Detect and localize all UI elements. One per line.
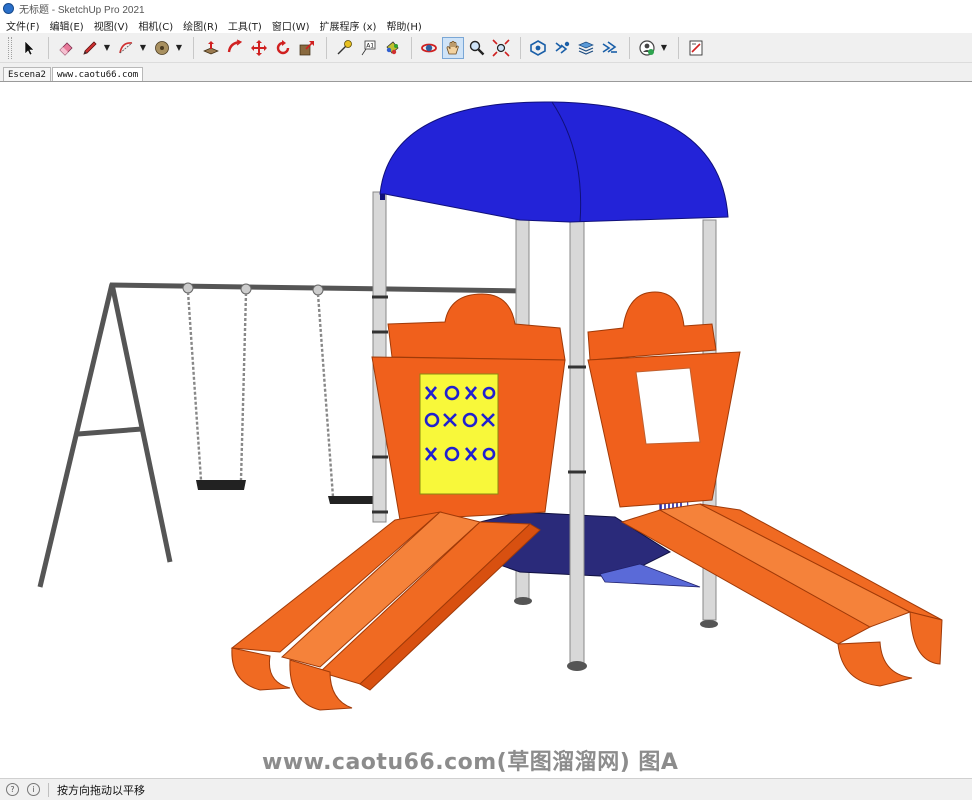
menu-file[interactable]: 文件(F) xyxy=(6,18,40,33)
menu-window[interactable]: 窗口(W) xyxy=(272,18,310,33)
line-tool-button[interactable] xyxy=(79,37,101,59)
title-bar: 无标题 - SketchUp Pro 2021 xyxy=(0,0,972,17)
pan-tool-button[interactable] xyxy=(442,36,464,59)
layout-button[interactable] xyxy=(575,37,597,59)
move-icon xyxy=(251,39,267,56)
rotate-icon xyxy=(276,39,290,54)
account-icon xyxy=(639,39,655,56)
large-toolset-toolbar: ▼ ▼ ▼ A1 ▼ xyxy=(0,33,972,63)
left-climbing-panel xyxy=(371,293,566,521)
scene-tab-escena2[interactable]: Escena2 xyxy=(3,67,51,81)
shape-circle-icon xyxy=(155,40,169,55)
select-icon xyxy=(24,39,35,55)
right-slide xyxy=(620,503,943,687)
arc-tool-button[interactable] xyxy=(115,37,137,59)
orbit-icon xyxy=(421,43,437,52)
tape-measure-tool-button[interactable] xyxy=(333,37,355,59)
menu-bar: 文件(F) 编辑(E) 视图(V) 相机(C) 绘图(R) 工具(T) 窗口(W… xyxy=(0,17,972,33)
menu-tools[interactable]: 工具(T) xyxy=(228,18,262,33)
geo-location-icon[interactable]: ? xyxy=(6,783,19,796)
report-icon xyxy=(689,40,703,55)
playground-model xyxy=(37,101,943,711)
eraser-tool-button[interactable] xyxy=(55,37,77,59)
warehouse-icon xyxy=(530,39,546,56)
info-icon[interactable]: i xyxy=(27,783,40,796)
toolbar-separator xyxy=(48,36,49,59)
follow-me-tool-button[interactable] xyxy=(224,37,246,59)
toolbar-separator xyxy=(678,36,679,59)
scale-tool-button[interactable] xyxy=(296,37,318,59)
layout-icon xyxy=(578,41,594,55)
front-post xyxy=(569,219,585,666)
shape-tool-dropdown[interactable]: ▼ xyxy=(175,37,183,59)
menu-camera[interactable]: 相机(C) xyxy=(138,18,173,33)
menu-extensions[interactable]: 扩展程序 (x) xyxy=(320,18,377,33)
line-tool-dropdown[interactable]: ▼ xyxy=(103,37,111,59)
3d-warehouse-button[interactable] xyxy=(527,37,549,59)
tape-measure-icon xyxy=(337,39,352,54)
menu-view[interactable]: 视图(V) xyxy=(94,18,129,33)
sketchup-logo-icon xyxy=(3,3,14,14)
select-tool-button[interactable] xyxy=(18,37,40,59)
scene-tabs: Escena2 www.caotu66.com xyxy=(0,63,972,81)
extension-warehouse-button[interactable] xyxy=(551,37,573,59)
toolbar-separator xyxy=(520,36,521,59)
blue-canopy xyxy=(379,101,729,223)
arc-tool-dropdown[interactable]: ▼ xyxy=(139,37,147,59)
paint-bucket-icon xyxy=(386,40,399,54)
toolbar-grip[interactable] xyxy=(8,36,12,59)
account-dropdown[interactable]: ▼ xyxy=(660,37,668,59)
sketchup-window: 无标题 - SketchUp Pro 2021 文件(F) 编辑(E) 视图(V… xyxy=(0,0,972,800)
text-icon: A1 xyxy=(361,40,376,55)
push-pull-tool-button[interactable] xyxy=(200,37,222,59)
components-button[interactable] xyxy=(599,37,621,59)
left-slide xyxy=(230,511,541,711)
rotate-tool-button[interactable] xyxy=(272,37,294,59)
menu-draw[interactable]: 绘图(R) xyxy=(183,18,218,33)
follow-me-icon xyxy=(227,38,243,52)
zoom-extents-icon xyxy=(492,38,510,57)
eraser-icon xyxy=(59,41,73,56)
extension-warehouse-icon xyxy=(555,41,570,54)
modeling-viewport[interactable]: www.caotu66.com(草图溜溜网) 图A xyxy=(0,81,972,778)
pencil-line-icon xyxy=(83,40,97,55)
account-button[interactable] xyxy=(636,37,658,59)
arc-icon xyxy=(119,41,133,53)
svg-text:A1: A1 xyxy=(366,42,374,49)
scale-icon xyxy=(299,40,314,55)
push-pull-icon xyxy=(203,40,219,54)
move-tool-button[interactable] xyxy=(248,37,270,59)
text-tool-button[interactable]: A1 xyxy=(357,37,379,59)
right-panel xyxy=(587,291,741,508)
report-button[interactable] xyxy=(685,37,707,59)
status-separator xyxy=(48,782,49,797)
toolbar-separator xyxy=(326,36,327,59)
pan-icon xyxy=(446,40,459,54)
toolbar-separator xyxy=(411,36,412,59)
window-title: 无标题 - SketchUp Pro 2021 xyxy=(19,5,145,16)
orbit-tool-button[interactable] xyxy=(418,37,440,59)
menu-edit[interactable]: 编辑(E) xyxy=(50,18,84,33)
status-bar: ? i 按方向拖动以平移 xyxy=(0,778,972,800)
watermark-text: www.caotu66.com(草图溜溜网) 图A xyxy=(262,750,679,775)
toolbar-separator xyxy=(629,36,630,59)
zoom-icon xyxy=(469,40,485,55)
components-icon xyxy=(602,40,617,53)
shape-tool-button[interactable] xyxy=(151,37,173,59)
zoom-tool-button[interactable] xyxy=(466,37,488,59)
status-message: 按方向拖动以平移 xyxy=(57,783,145,797)
paint-bucket-tool-button[interactable] xyxy=(381,37,403,59)
zoom-extents-tool-button[interactable] xyxy=(490,37,512,59)
toolbar-separator xyxy=(193,36,194,59)
scene-tab-caotu66[interactable]: www.caotu66.com xyxy=(51,67,144,81)
menu-help[interactable]: 帮助(H) xyxy=(386,18,421,33)
